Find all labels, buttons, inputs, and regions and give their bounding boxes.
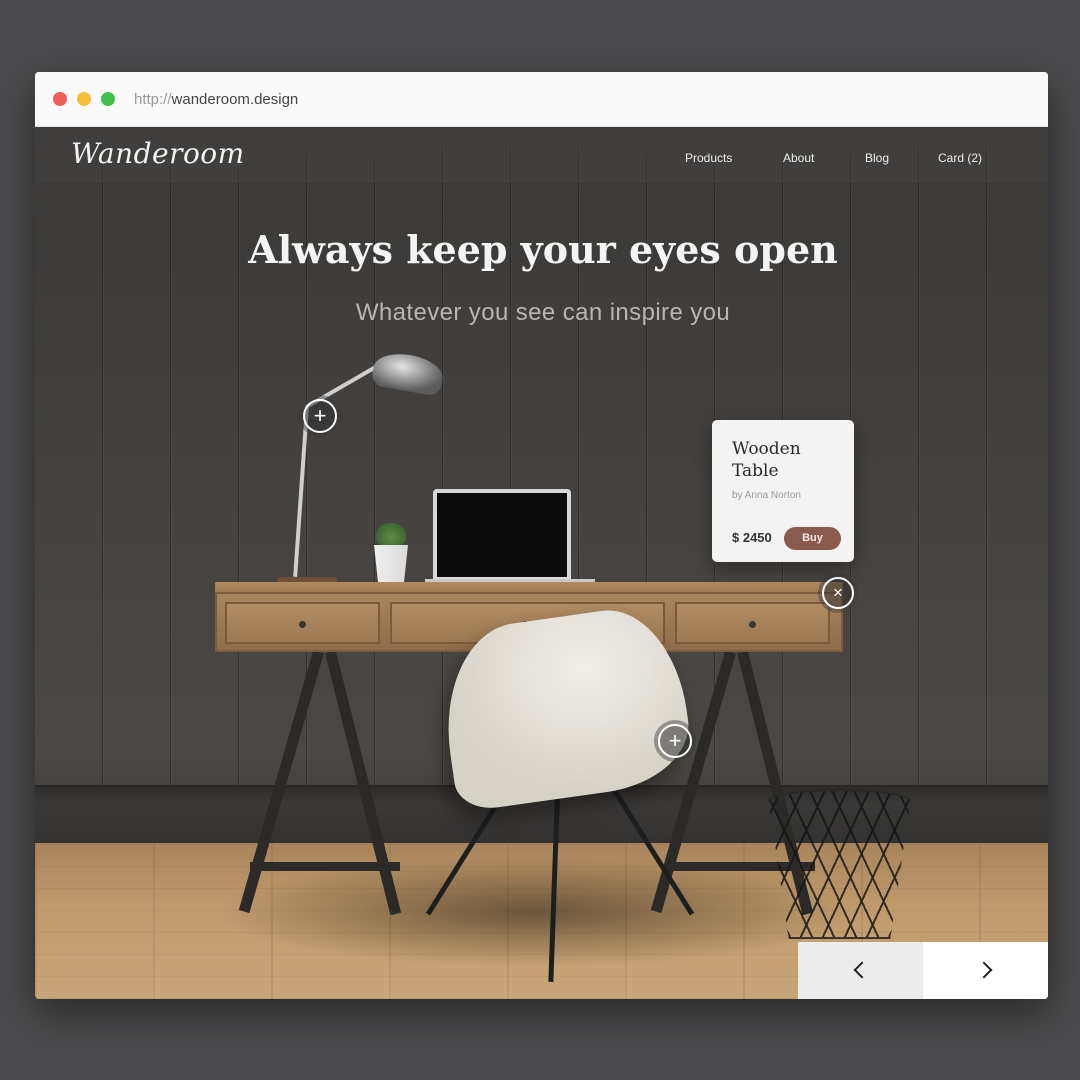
next-slide-button[interactable] [923,942,1048,999]
minimize-window-dot[interactable] [77,92,91,106]
wall-panel [851,127,919,785]
slide-pager [798,942,1048,999]
url-protocol: http:// [134,91,172,108]
desk-drawer [675,602,830,644]
browser-toolbar: http://wanderoom.design [35,72,1048,127]
address-bar[interactable]: http://wanderoom.design [134,91,298,108]
hero-title: Always keep your eyes open [248,227,838,272]
browser-window: http://wanderoom.design Wanderoom Produc… [35,72,1048,999]
drawer-knob [749,621,756,628]
plant-pot [374,545,408,583]
wire-waste-bin [767,789,912,939]
lamp-hotspot-plus-icon[interactable]: + [303,399,337,433]
site-logo[interactable]: Wanderoom [71,137,245,170]
desk-shadow [215,857,855,967]
desk-crossbar [250,862,400,871]
wall-panel [103,127,171,785]
product-card: Wooden Table by Anna Norton $ 2450 Buy [712,420,854,562]
maximize-window-dot[interactable] [101,92,115,106]
buy-button[interactable]: Buy [784,527,841,550]
wall-panel [239,127,307,785]
previous-slide-button[interactable] [798,942,923,999]
wall-panel [171,127,239,785]
hero-subtitle: Whatever you see can inspire you [355,299,731,326]
product-title: Wooden Table [732,439,801,481]
page-viewport: Wanderoom Products About Blog Card (2) A… [35,127,1048,999]
desk-drawer [225,602,380,644]
chevron-right-icon [975,961,993,979]
drawer-knob [299,621,306,628]
site-header: Wanderoom Products About Blog Card (2) [35,127,1048,183]
close-card-icon[interactable]: × [822,577,854,609]
nav-cart[interactable]: Card (2) [938,151,982,165]
wall-panel [35,127,103,785]
wall-panel [987,127,1048,785]
nav-about[interactable]: About [783,151,814,165]
chevron-left-icon [853,961,871,979]
product-author: by Anna Norton [732,490,801,501]
nav-blog[interactable]: Blog [865,151,889,165]
url-domain: wanderoom.design [171,91,299,108]
wall-panel [375,127,443,785]
wall-panel [919,127,987,785]
chair-hotspot-plus-icon[interactable]: + [658,724,692,758]
nav-products[interactable]: Products [685,151,732,165]
laptop-screen [433,489,571,581]
product-price: $ 2450 [732,530,772,545]
close-window-dot[interactable] [53,92,67,106]
potted-plant [376,523,406,547]
